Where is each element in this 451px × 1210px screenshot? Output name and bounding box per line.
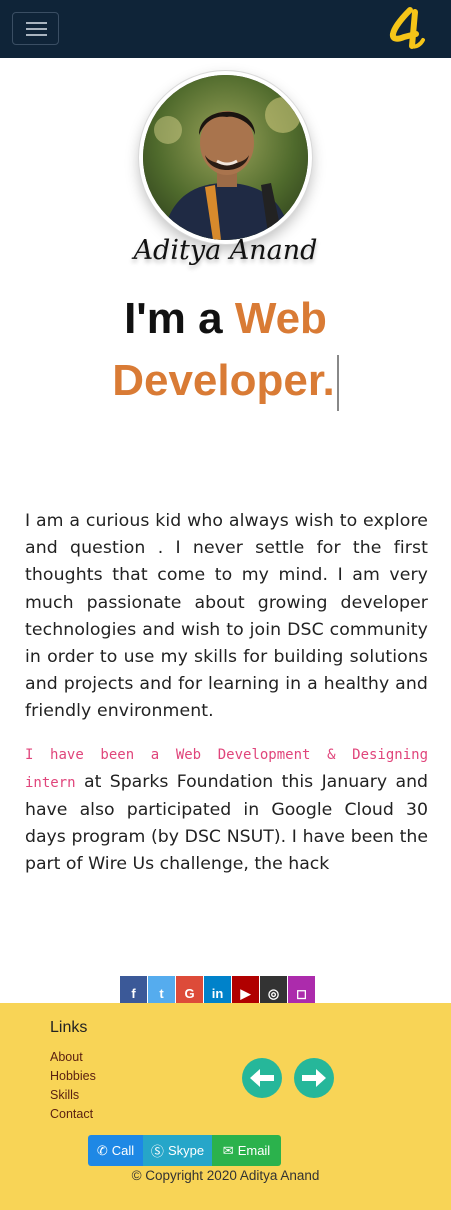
call-label: Call — [111, 1143, 135, 1158]
navbar — [0, 0, 451, 58]
call-button[interactable]: ✆ Call — [88, 1135, 143, 1166]
about-paragraph-2: I have been a Web Development & Designin… — [25, 741, 428, 879]
hamburger-icon-bar — [26, 28, 47, 30]
phone-icon: ✆ — [96, 1142, 108, 1158]
footer-link-skills[interactable]: Skills — [50, 1086, 96, 1105]
headline-prefix: I'm a — [124, 294, 223, 343]
email-button[interactable]: ✉ Email — [212, 1135, 281, 1166]
profile-photo-illustration — [143, 75, 308, 240]
skype-label: Skype — [167, 1143, 205, 1158]
envelope-icon: ✉ — [222, 1142, 234, 1158]
arrow-right-icon — [302, 1069, 326, 1087]
headline: I'm a Web Developer. — [0, 288, 451, 412]
prev-arrow-button[interactable] — [242, 1058, 282, 1098]
about-section[interactable]: I am a curious kid who always wish to ex… — [25, 508, 428, 896]
next-arrow-button[interactable] — [294, 1058, 334, 1098]
footer-link-about[interactable]: About — [50, 1048, 96, 1067]
contact-buttons: ✆ Call Ⓢ Skype ✉ Email — [88, 1135, 281, 1166]
links-title: Links — [50, 1019, 88, 1036]
menu-toggle-button[interactable] — [12, 12, 59, 45]
skype-button[interactable]: Ⓢ Skype — [143, 1135, 212, 1166]
footer-link-hobbies[interactable]: Hobbies — [50, 1067, 96, 1086]
profile-photo — [139, 71, 312, 244]
profile-name: Aditya Anand — [133, 235, 318, 266]
headline-accent-developer: Developer. — [112, 356, 335, 405]
email-label: Email — [237, 1143, 271, 1158]
logo-icon[interactable] — [388, 6, 428, 50]
hamburger-icon-bar — [26, 34, 47, 36]
about-paragraph-1: I am a curious kid who always wish to ex… — [25, 511, 428, 722]
hamburger-icon-bar — [26, 22, 47, 24]
copyright-text: © Copyright 2020 Aditya Anand — [131, 1168, 320, 1183]
headline-accent-web: Web — [234, 294, 327, 343]
footer-links: About Hobbies Skills Contact — [50, 1048, 96, 1124]
footer-link-contact[interactable]: Contact — [50, 1105, 96, 1124]
arrow-left-icon — [250, 1069, 274, 1087]
skype-icon: Ⓢ — [150, 1144, 164, 1159]
about-paragraph-2-text: at Sparks Foundation this January and ha… — [25, 771, 428, 875]
typing-cursor — [336, 355, 339, 412]
